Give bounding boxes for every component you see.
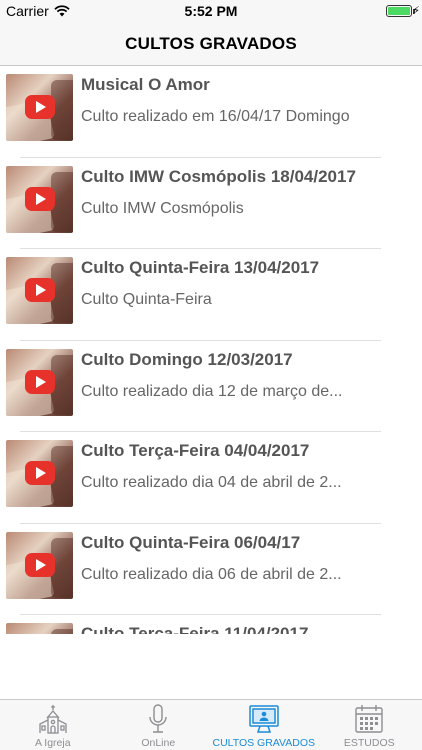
tab-cultos-gravados[interactable]: CULTOS GRAVADOS [211, 700, 317, 750]
tab-estudos[interactable]: ESTUDOS [317, 700, 422, 750]
status-bar: Carrier 5:52 PM ⚡ [0, 0, 422, 22]
video-monitor-icon [249, 705, 279, 733]
battery-icon [386, 5, 415, 17]
tab-label: ESTUDOS [343, 737, 395, 749]
page-title: CULTOS GRAVADOS [125, 34, 297, 53]
video-thumbnail [6, 531, 73, 599]
video-title: Culto Domingo 12/03/2017 [81, 349, 293, 369]
list-item[interactable]: Culto Quinta-Feira 06/04/17 Culto realiz… [0, 524, 422, 615]
video-thumbnail [6, 165, 73, 233]
navigation-bar: CULTOS GRAVADOS [0, 22, 422, 66]
tab-bar: A Igreja OnLine CULTOS GRAVADOS ESTUDOS [0, 699, 422, 750]
play-icon [25, 186, 55, 211]
list-item[interactable]: Culto Quinta-Feira 13/04/2017 Culto Quin… [0, 249, 422, 341]
list-item[interactable]: Culto Terça-Feira 11/04/2017 [0, 615, 422, 634]
video-thumbnail [6, 623, 73, 634]
video-thumbnail [6, 257, 73, 324]
list-item[interactable]: Culto Domingo 12/03/2017 Culto realizado… [0, 341, 422, 432]
video-subtitle: Culto IMW Cosmópolis [81, 199, 244, 217]
list-item[interactable]: Culto Terça-Feira 04/04/2017 Culto reali… [0, 432, 422, 524]
tab-a-igreja[interactable]: A Igreja [0, 700, 106, 750]
church-icon [39, 705, 67, 734]
play-icon [25, 461, 55, 485]
video-thumbnail [6, 348, 73, 416]
video-list[interactable]: Musical O Amor Culto realizado em 16/04/… [0, 66, 422, 634]
video-title: Culto IMW Cosmópolis 18/04/2017 [81, 166, 356, 186]
play-icon [25, 552, 55, 577]
charging-icon: ⚡ [412, 5, 420, 17]
video-subtitle: Culto realizado dia 12 de março de... [81, 382, 343, 400]
video-thumbnail [6, 74, 73, 141]
tab-online[interactable]: OnLine [106, 700, 212, 750]
tab-label: OnLine [141, 737, 176, 749]
video-title: Musical O Amor [81, 75, 210, 94]
tab-label: A Igreja [34, 737, 71, 749]
video-subtitle: Culto realizado em 16/04/17 Domingo [81, 108, 350, 125]
video-subtitle: Culto Quinta-Feira [81, 291, 212, 308]
video-title: Culto Terça-Feira 11/04/2017 [81, 624, 309, 634]
video-thumbnail [6, 440, 73, 507]
video-subtitle: Culto realizado dia 04 de abril de 2... [81, 474, 342, 491]
list-item[interactable]: Culto IMW Cosmópolis 18/04/2017 Culto IM… [0, 158, 422, 249]
video-subtitle: Culto realizado dia 06 de abril de 2... [81, 565, 342, 583]
status-time: 5:52 PM [184, 3, 238, 19]
play-icon [25, 95, 55, 119]
video-title: Culto Quinta-Feira 06/04/17 [81, 532, 301, 552]
calendar-icon [355, 705, 383, 733]
microphone-icon [149, 704, 167, 733]
tab-label: CULTOS GRAVADOS [212, 737, 316, 749]
video-title: Culto Quinta-Feira 13/04/2017 [81, 258, 320, 277]
play-icon [25, 278, 55, 302]
list-item[interactable]: Musical O Amor Culto realizado em 16/04/… [0, 66, 422, 158]
video-title: Culto Terça-Feira 04/04/2017 [81, 441, 310, 460]
play-icon [25, 369, 55, 394]
